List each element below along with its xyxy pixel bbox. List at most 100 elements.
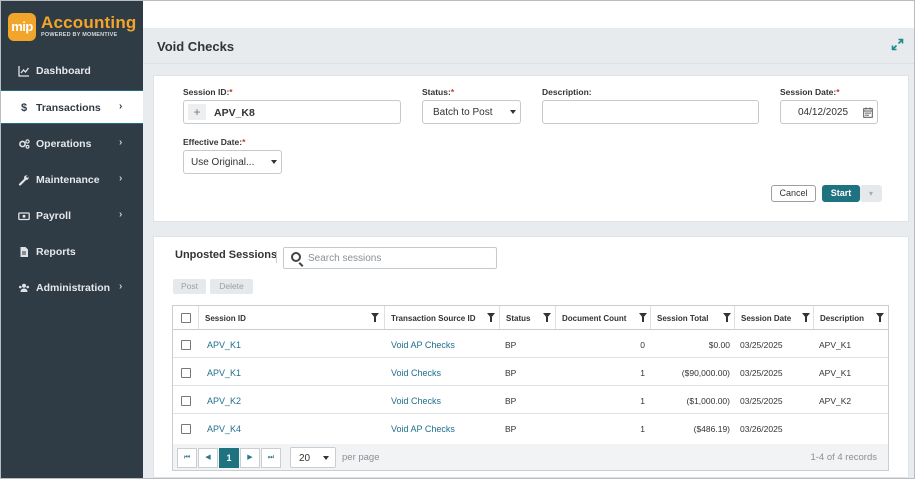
effective-date-select[interactable]: Use Original... — [183, 150, 282, 174]
calendar-icon[interactable] — [863, 107, 873, 121]
header-select-all — [173, 306, 199, 329]
session-id-link[interactable]: APV_K1 — [207, 340, 241, 350]
session-id-field[interactable]: + APV_K8 — [183, 100, 401, 124]
page-size-value: 20 — [299, 453, 311, 464]
sidebar-item-payroll[interactable]: Payroll › — [1, 199, 143, 233]
transaction-source-link[interactable]: Void AP Checks — [391, 424, 455, 434]
plus-icon[interactable]: + — [188, 104, 206, 120]
row-checkbox[interactable] — [181, 396, 191, 406]
sidebar-item-transactions[interactable]: $ Transactions › — [1, 90, 143, 124]
description-cell: APV_K1 — [819, 368, 852, 378]
filter-icon[interactable] — [723, 313, 731, 322]
session-date-field[interactable]: 04/12/2025 — [780, 100, 878, 124]
description-cell: APV_K2 — [819, 396, 852, 406]
sidebar-item-label: Operations — [36, 138, 92, 150]
row-checkbox[interactable] — [181, 368, 191, 378]
app-logo[interactable]: mip Accounting POWERED BY MOMENTIVE — [8, 13, 138, 45]
logo-subtitle: POWERED BY MOMENTIVE — [41, 32, 118, 38]
logo-badge: mip — [8, 13, 36, 41]
sidebar-item-dashboard[interactable]: Dashboard — [1, 54, 143, 88]
table-row[interactable]: APV_K1 Void AP Checks BP 0 $0.00 03/25/2… — [173, 330, 888, 358]
document-count-cell: 0 — [640, 340, 645, 350]
sidebar-item-maintenance[interactable]: Maintenance › — [1, 163, 143, 197]
session-id-link[interactable]: APV_K1 — [207, 368, 241, 378]
last-page-button[interactable]: ⏭ — [261, 448, 281, 468]
delete-button[interactable]: Delete — [210, 279, 253, 294]
money-icon — [18, 210, 30, 222]
column-header-transaction-source-id[interactable]: Transaction Source ID — [385, 306, 500, 329]
page-number-button[interactable]: 1 — [219, 448, 239, 468]
status-label: Status:* — [422, 87, 455, 97]
transaction-source-link[interactable]: Void AP Checks — [391, 340, 455, 350]
sidebar-item-operations[interactable]: Operations › — [1, 127, 143, 161]
sessions-title: Unposted Sessions — [175, 249, 278, 261]
filter-icon[interactable] — [639, 313, 647, 322]
transaction-source-link[interactable]: Void Checks — [391, 368, 441, 378]
cancel-button[interactable]: Cancel — [771, 185, 816, 202]
status-value: Batch to Post — [433, 107, 493, 118]
transaction-source-link[interactable]: Void Checks — [391, 396, 441, 406]
post-button[interactable]: Post — [173, 279, 206, 294]
status-cell: BP — [505, 424, 517, 434]
filter-icon[interactable] — [802, 313, 810, 322]
table-row[interactable]: APV_K4 Void AP Checks BP 1 ($486.19) 03/… — [173, 414, 888, 442]
start-dropdown-button[interactable]: ▾ — [860, 185, 882, 202]
start-button[interactable]: Start — [822, 185, 860, 202]
status-select[interactable]: Batch to Post — [422, 100, 521, 124]
search-sessions-input[interactable]: Search sessions — [283, 247, 497, 269]
column-header-document-count[interactable]: Document Count — [556, 306, 651, 329]
table-row[interactable]: APV_K2 Void Checks BP 1 ($1,000.00) 03/2… — [173, 386, 888, 414]
description-field[interactable] — [542, 100, 759, 124]
session-date-cell: 03/25/2025 — [740, 340, 783, 350]
session-date-value: 04/12/2025 — [798, 107, 849, 118]
filter-icon[interactable] — [371, 313, 379, 322]
column-header-status[interactable]: Status — [500, 306, 556, 329]
prev-page-button[interactable]: ◀ — [198, 448, 218, 468]
sidebar-item-label: Payroll — [36, 210, 72, 222]
session-date-cell: 03/25/2025 — [740, 368, 783, 378]
session-id-link[interactable]: APV_K4 — [207, 424, 241, 434]
page-header: Void Checks — [143, 28, 914, 64]
column-header-session-id[interactable]: Session ID — [199, 306, 385, 329]
wrench-icon — [18, 174, 30, 186]
caret-down-icon — [510, 110, 516, 114]
grid-pager: ⏮ ◀ 1 ▶ ⏭ 20 per page 1-4 of 4 records — [173, 444, 888, 470]
filter-icon[interactable] — [876, 313, 884, 322]
column-header-session-date[interactable]: Session Date — [735, 306, 814, 329]
filter-icon[interactable] — [487, 313, 495, 322]
caret-down-icon — [323, 456, 329, 460]
column-header-session-total[interactable]: Session Total — [651, 306, 735, 329]
session-id-link[interactable]: APV_K2 — [207, 396, 241, 406]
first-page-button[interactable]: ⏮ — [177, 448, 197, 468]
table-row[interactable]: APV_K1 Void Checks BP 1 ($90,000.00) 03/… — [173, 358, 888, 386]
top-bar — [143, 1, 914, 28]
session-total-cell: ($1,000.00) — [686, 396, 730, 406]
session-date-cell: 03/26/2025 — [740, 424, 783, 434]
document-icon — [18, 246, 30, 258]
per-page-label: per page — [342, 452, 380, 463]
chevron-right-icon: › — [119, 137, 123, 148]
select-all-checkbox[interactable] — [181, 313, 191, 323]
row-checkbox[interactable] — [181, 340, 191, 350]
dollar-icon: $ — [20, 102, 28, 114]
sidebar-item-label: Transactions — [36, 102, 101, 114]
session-date-label: Session Date:* — [780, 87, 840, 97]
expand-icon[interactable] — [891, 38, 905, 52]
sidebar-item-label: Maintenance — [36, 174, 100, 186]
page-size-select[interactable]: 20 — [290, 447, 336, 468]
records-count: 1-4 of 4 records — [810, 452, 877, 463]
session-total-cell: ($90,000.00) — [681, 368, 730, 378]
chevron-right-icon: › — [119, 101, 123, 112]
filter-icon[interactable] — [543, 313, 551, 322]
sidebar-item-label: Reports — [36, 246, 76, 258]
session-date-cell: 03/25/2025 — [740, 396, 783, 406]
row-checkbox[interactable] — [181, 424, 191, 434]
search-placeholder: Search sessions — [308, 253, 382, 264]
status-cell: BP — [505, 340, 517, 350]
sidebar-item-reports[interactable]: Reports — [1, 235, 143, 269]
sidebar-item-administration[interactable]: Administration › — [1, 271, 143, 305]
next-page-button[interactable]: ▶ — [240, 448, 260, 468]
column-header-description[interactable]: Description — [814, 306, 888, 329]
caret-down-icon — [271, 160, 277, 164]
chart-line-icon — [18, 65, 30, 77]
